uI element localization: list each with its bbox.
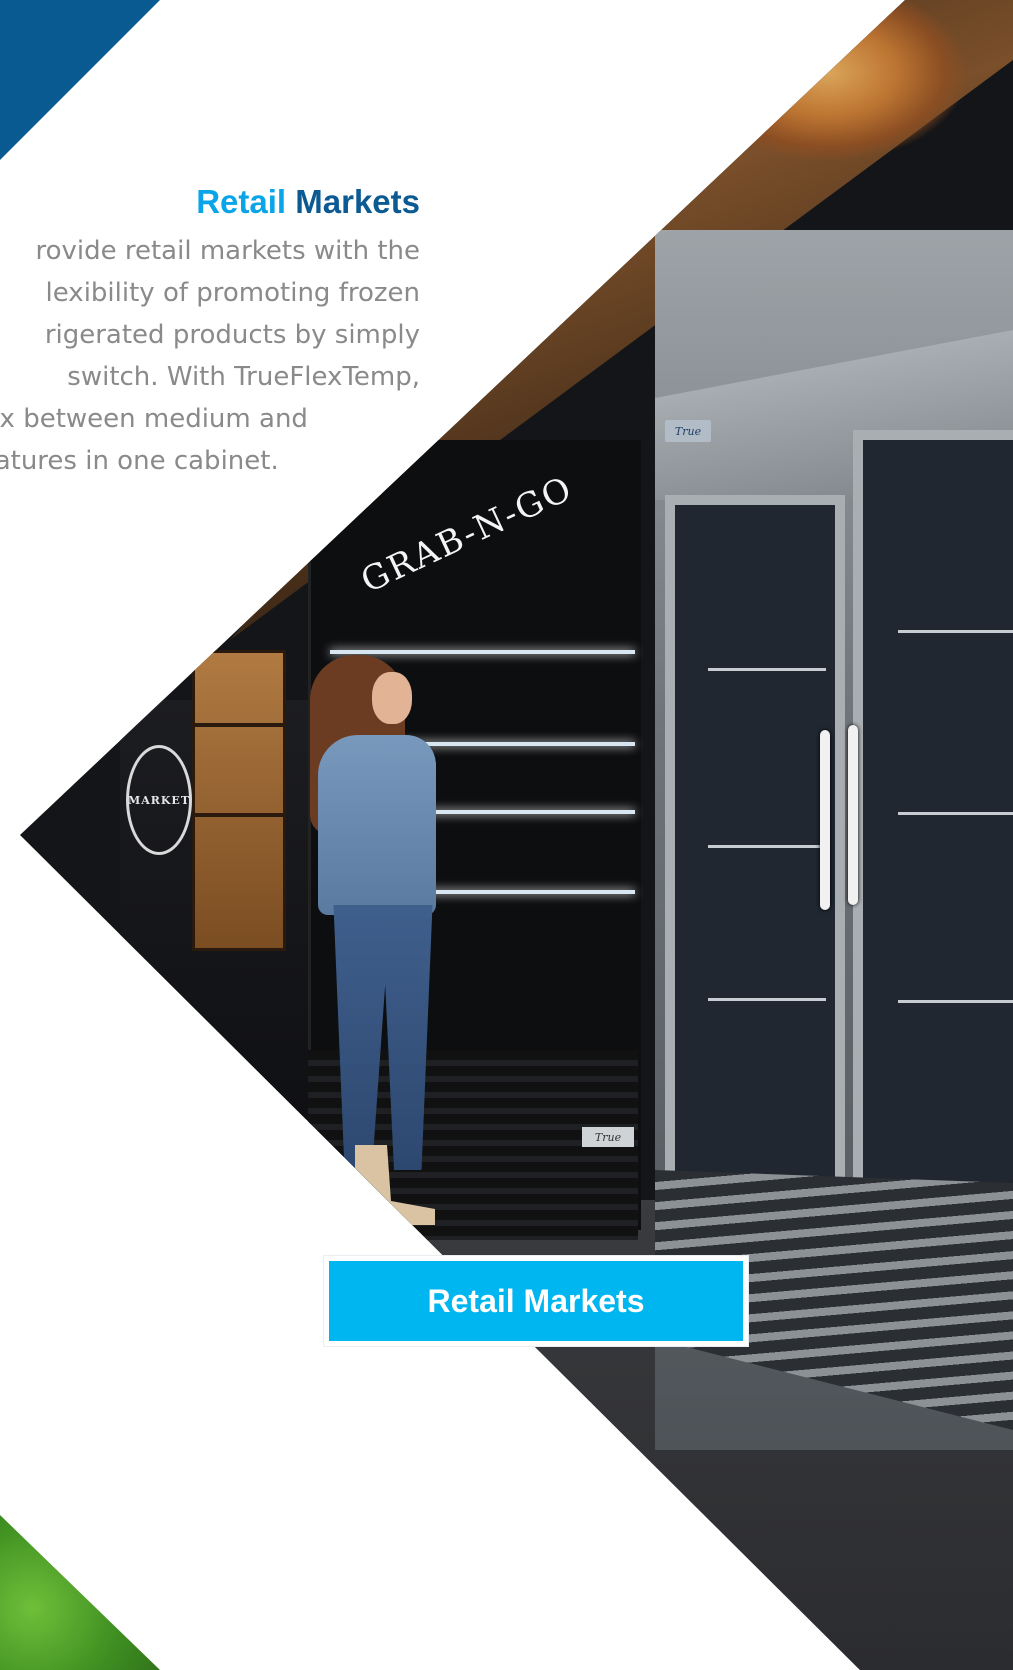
ultra-beer-row bbox=[712, 880, 822, 995]
case-items-row bbox=[335, 600, 633, 646]
page-canvas: MARKET GRAB-N-GO True True Retail Market… bbox=[0, 0, 1013, 1670]
wine-bottle-row bbox=[201, 768, 277, 808]
water-row bbox=[712, 1040, 822, 1155]
body-copy-line: rigerated products by simply bbox=[44, 320, 420, 350]
light-beer-row bbox=[712, 720, 822, 840]
shopper-face bbox=[372, 672, 412, 724]
wine-bottle-row bbox=[201, 873, 277, 908]
water-row bbox=[900, 1055, 1013, 1180]
grass-corner-image bbox=[0, 1515, 160, 1670]
shopper-jacket bbox=[318, 735, 436, 915]
retail-markets-button[interactable]: Retail Markets bbox=[324, 1256, 748, 1346]
merchandiser-shelf bbox=[898, 630, 1013, 633]
body-copy-line: ex between medium and bbox=[0, 404, 308, 434]
wine-shelf bbox=[195, 813, 283, 817]
merchandiser-brand-badge: True bbox=[665, 420, 711, 442]
headline-word-retail: Retail bbox=[196, 183, 287, 220]
wine-shelf bbox=[195, 723, 283, 727]
door-handle-left bbox=[820, 730, 830, 910]
wine-shelf-nook bbox=[192, 650, 286, 951]
merchandiser-shelf bbox=[898, 1000, 1013, 1003]
section-headline: Retail Markets bbox=[196, 183, 420, 221]
cola-row bbox=[712, 565, 822, 660]
corner-accent-shape bbox=[0, 0, 160, 160]
case-brand-badge: True bbox=[582, 1127, 634, 1147]
merchandiser-shelf bbox=[708, 845, 826, 848]
body-copy-line: ratures in one cabinet. bbox=[0, 446, 279, 476]
sandwich-graphic bbox=[735, 0, 965, 160]
market-wall-logo: MARKET bbox=[126, 745, 192, 855]
ultra-beer-row bbox=[900, 860, 1013, 995]
light-beer-row bbox=[900, 665, 1013, 805]
door-handle-right bbox=[848, 725, 858, 905]
body-copy-line: rovide retail markets with the bbox=[35, 236, 420, 266]
headline-word-markets: Markets bbox=[295, 183, 420, 220]
body-copy-line: switch. With TrueFlexTemp, bbox=[67, 362, 420, 392]
merchandiser-shelf bbox=[708, 668, 826, 671]
body-copy-line: lexibility of promoting frozen bbox=[45, 278, 420, 308]
pepsi-row bbox=[900, 505, 1013, 625]
wine-bottle-row bbox=[201, 678, 277, 718]
merchandiser-shelf bbox=[898, 812, 1013, 815]
case-shelf bbox=[330, 650, 635, 654]
merchandiser-shelf bbox=[708, 998, 826, 1001]
